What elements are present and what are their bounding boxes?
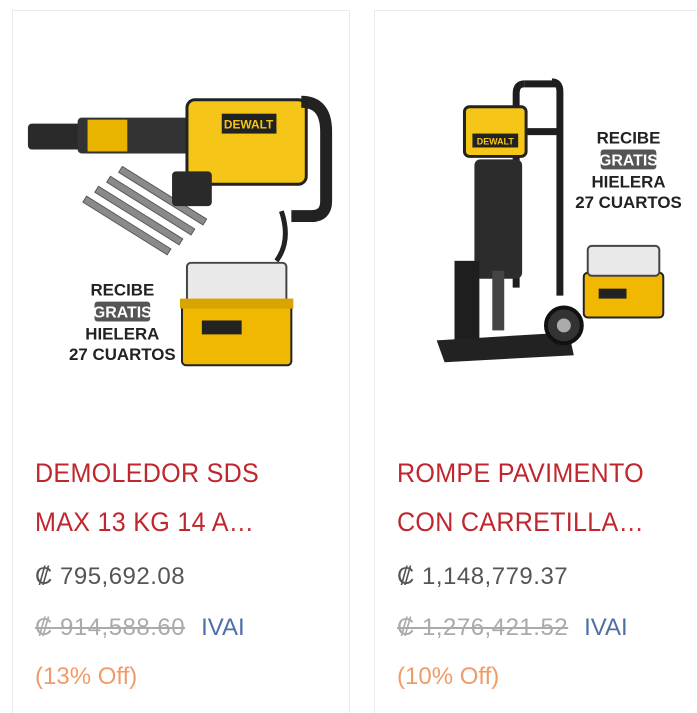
promo-badge: RECIBE GRATIS HIELERA 27 CUARTOS bbox=[69, 281, 176, 365]
svg-text:HIELERA: HIELERA bbox=[85, 324, 159, 343]
svg-text:27 CUARTOS: 27 CUARTOS bbox=[575, 193, 682, 212]
old-price-row: ₡ 914,588.60 IVAI bbox=[35, 614, 245, 642]
product-image-demoledor[interactable]: DEWALT RECIBE GRATIS HIELERA 27 CUARTOS bbox=[13, 71, 349, 391]
product-card[interactable]: DEWALT RECIBE GRATIS HIELERA 27 CUARTOS … bbox=[374, 10, 697, 713]
product-card[interactable]: DEWALT RECIBE GRATIS HIELERA 27 CUARTOS … bbox=[12, 10, 350, 713]
promo-badge: RECIBE GRATIS HIELERA 27 CUARTOS bbox=[575, 129, 682, 213]
cooler-image bbox=[582, 244, 665, 319]
product-title[interactable]: DEMOLEDOR SDS bbox=[35, 449, 314, 498]
tax-label: IVAI bbox=[201, 614, 245, 641]
tax-label: IVAI bbox=[584, 614, 628, 641]
product-price: ₡ 795,692.08 bbox=[35, 563, 186, 590]
old-price: ₡ 1,276,421.52 bbox=[397, 614, 569, 641]
brand-logo: DEWALT bbox=[224, 118, 274, 132]
svg-text:GRATIS: GRATIS bbox=[93, 304, 152, 321]
product-title-continued[interactable]: CON CARRETILLA… bbox=[397, 498, 676, 547]
old-price-row: ₡ 1,276,421.52 IVAI bbox=[397, 614, 628, 642]
svg-text:RECIBE: RECIBE bbox=[597, 129, 661, 148]
svg-text:HIELERA: HIELERA bbox=[591, 172, 665, 191]
discount-label: (10% Off) bbox=[397, 663, 500, 690]
product-image-rompe-pavimento[interactable]: DEWALT RECIBE GRATIS HIELERA 27 CUARTOS bbox=[375, 71, 697, 391]
product-title[interactable]: ROMPE PAVIMENTO bbox=[397, 449, 676, 498]
product-title-continued[interactable]: MAX 13 KG 14 A… bbox=[35, 498, 314, 547]
svg-text:RECIBE: RECIBE bbox=[90, 281, 154, 300]
product-price: ₡ 1,148,779.37 bbox=[397, 563, 569, 590]
old-price: ₡ 914,588.60 bbox=[35, 614, 186, 641]
brand-logo: DEWALT bbox=[477, 137, 515, 147]
svg-text:27 CUARTOS: 27 CUARTOS bbox=[69, 345, 176, 364]
svg-text:GRATIS: GRATIS bbox=[599, 152, 658, 169]
cooler-image bbox=[180, 261, 294, 367]
discount-label: (13% Off) bbox=[35, 663, 138, 690]
